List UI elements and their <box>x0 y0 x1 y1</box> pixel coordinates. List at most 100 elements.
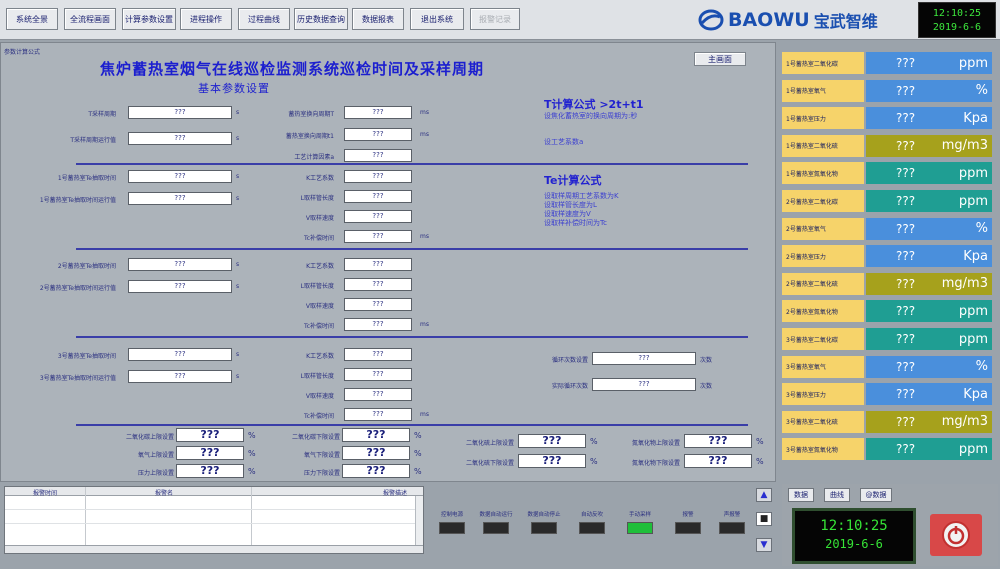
limit-input[interactable]: ??? <box>684 454 752 468</box>
field-input[interactable]: ??? <box>344 318 412 331</box>
nav-button[interactable]: 过程曲线 <box>238 8 290 30</box>
lamp-label: 控制电源 <box>440 512 463 518</box>
status-lamp: 数据自动停止 <box>522 510 566 534</box>
sensor-value: ??? <box>896 83 916 98</box>
sensor-label: 3号蓄热室二氧化硫 <box>782 410 864 433</box>
lamp-indicator <box>579 522 605 534</box>
nav-button[interactable]: 进程操作 <box>180 8 232 30</box>
field-input[interactable]: ??? <box>344 258 412 271</box>
sensor-unit: % <box>975 83 988 99</box>
lamp-label: 手动采样 <box>628 512 651 518</box>
status-lamp: 手动采样 <box>618 510 662 534</box>
field-input[interactable]: ??? <box>344 210 412 223</box>
nav-button[interactable]: 历史数据查询 <box>294 8 348 30</box>
top-clock-date: 2019-6-6 <box>932 22 982 33</box>
limit-input[interactable]: ??? <box>684 434 752 448</box>
nav-button[interactable]: 退出系统 <box>410 8 464 30</box>
limit-unit: % <box>756 457 764 466</box>
return-main-button[interactable]: 主画面 <box>694 52 746 66</box>
sensor-value-box: ??? ppm <box>866 162 992 185</box>
sensor-value-box: ??? mg/m3 <box>866 272 992 295</box>
curve-button[interactable]: 曲线 <box>824 488 850 502</box>
sensor-label: 1号蓄热室氮氧化物 <box>782 162 864 185</box>
limit-label: 氮氧化物下限设置 <box>631 460 680 467</box>
sensor-label: 2号蓄热室压力 <box>782 245 864 268</box>
nav-button[interactable]: 计算参数设置 <box>122 8 176 30</box>
field-label: L取样管长度 <box>300 195 334 202</box>
field-input[interactable]: ??? <box>344 190 412 203</box>
nav-button[interactable]: 数据报表 <box>352 8 404 30</box>
sensor-value: ??? <box>896 414 916 429</box>
field-input[interactable]: ??? <box>344 128 412 141</box>
field-input[interactable]: ??? <box>344 106 412 119</box>
field-unit: ms <box>420 233 429 240</box>
sensor-value-box: ??? Kpa <box>866 245 992 268</box>
limit-label: 氮氧化物上限设置 <box>631 440 680 447</box>
page-subtitle: 基本参数设置 <box>198 82 270 95</box>
field-input[interactable]: ??? <box>344 368 412 381</box>
bottom-clock-time: 12:10:25 <box>820 518 888 534</box>
lamp-indicator <box>483 522 509 534</box>
lamp-label: 声报警 <box>723 512 741 518</box>
sensor-row: 1号蓄热室二氧化碳??? ppm <box>780 50 998 76</box>
te-formula-line: 设取样周期工艺系数为K <box>544 192 619 200</box>
lamp-indicator <box>627 522 653 534</box>
field-label: L取样管长度 <box>300 373 334 380</box>
field-input[interactable]: ??? <box>344 149 412 162</box>
sensor-value: ??? <box>896 332 916 346</box>
sensor-value-box: ??? Kpa <box>866 107 992 130</box>
nav-button[interactable]: 系统全景 <box>6 8 58 30</box>
sensor-value-box: ??? ppm <box>866 328 992 350</box>
t-formula-line: 设工艺系数a <box>544 138 584 146</box>
lamp-indicator <box>675 522 701 534</box>
field-input[interactable]: ??? <box>344 170 412 183</box>
divider <box>76 163 748 165</box>
sensor-unit: ppm <box>958 331 988 347</box>
brand-logo-text: BAOWU <box>728 9 810 31</box>
alarm-col-time: 报警时间 <box>33 490 58 497</box>
field-label: V取样速度 <box>305 215 334 222</box>
lamp-label: 自动反吹 <box>580 512 603 518</box>
sensor-value-box: ??? mg/m3 <box>866 134 992 157</box>
field-label: Tc补偿时间 <box>304 323 334 330</box>
sensor-row: 1号蓄热室氮氧化物??? ppm <box>780 160 998 186</box>
sensor-label: 3号蓄热室压力 <box>782 383 864 406</box>
field-label: Tc补偿时间 <box>304 413 334 420</box>
sensor-label: 2号蓄热室氧气 <box>782 217 864 240</box>
sensor-row: 3号蓄热室二氧化碳??? ppm <box>780 326 998 352</box>
power-button[interactable] <box>930 514 982 556</box>
sensor-row: 3号蓄热室二氧化硫??? mg/m3 <box>780 409 998 435</box>
scroll-up-button[interactable]: ▲ <box>756 488 772 502</box>
nav-button: 报警记录 <box>470 8 520 30</box>
alarm-hscrollbar[interactable] <box>5 545 423 553</box>
sensor-row: 2号蓄热室二氧化碳??? ppm <box>780 188 998 214</box>
sensor-value: ??? <box>896 442 916 457</box>
sensor-unit: Kpa <box>963 248 988 264</box>
field-input[interactable]: ??? <box>344 278 412 291</box>
field-input[interactable]: ??? <box>344 230 412 243</box>
field-label: Tc补偿时间 <box>304 235 334 242</box>
status-lamp: 报警 <box>666 510 710 534</box>
field-label: 循环次数设置 <box>551 357 588 364</box>
bottom-clock-date: 2019-6-6 <box>825 537 883 551</box>
status-lamp: 数据自动运行 <box>474 510 518 534</box>
sensor-value: ??? <box>896 387 916 402</box>
nav-button[interactable]: 全流程画面 <box>64 8 116 30</box>
sensor-label: 3号蓄热室氮氧化物 <box>782 438 864 461</box>
scroll-stop-button[interactable]: ■ <box>756 512 772 526</box>
alarm-vscrollbar[interactable] <box>415 496 423 545</box>
sensor-label: 1号蓄热室二氧化硫 <box>782 134 864 157</box>
field-input[interactable]: ??? <box>592 378 696 391</box>
sensor-unit: mg/m3 <box>941 138 988 154</box>
data-button[interactable]: 数据 <box>788 488 814 502</box>
sensor-value: ??? <box>896 221 916 236</box>
field-input[interactable]: ??? <box>344 298 412 311</box>
sensor-row: 2号蓄热室氮氧化物??? ppm <box>780 298 998 324</box>
field-input[interactable]: ??? <box>592 352 696 365</box>
at-data-button[interactable]: @数据 <box>860 488 892 502</box>
field-input[interactable]: ??? <box>344 408 412 421</box>
scroll-down-button[interactable]: ▼ <box>756 538 772 552</box>
lamp-label: 数据自动停止 <box>527 512 561 518</box>
sensor-label: 2号蓄热室二氧化硫 <box>782 272 864 295</box>
divider <box>76 336 748 338</box>
